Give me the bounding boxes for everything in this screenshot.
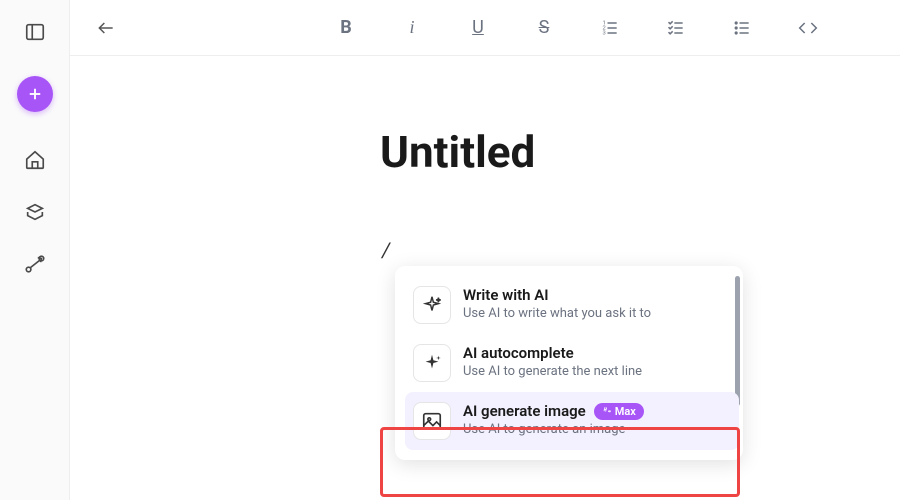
menu-item-desc: Use AI to generate the next line — [463, 364, 731, 379]
numbered-list-button[interactable]: 123 — [596, 14, 624, 42]
menu-item-desc: Use AI to write what you ask it to — [463, 306, 731, 321]
code-button[interactable] — [794, 14, 822, 42]
badge-label: Max — [615, 405, 636, 418]
menu-item-write-with-ai[interactable]: Write with AI Use AI to write what you a… — [405, 276, 739, 334]
add-button[interactable] — [17, 76, 53, 112]
back-button[interactable] — [90, 12, 122, 44]
bullet-list-button[interactable] — [728, 14, 756, 42]
checklist-button[interactable] — [662, 14, 690, 42]
scrollbar[interactable] — [735, 276, 740, 406]
underline-button[interactable]: U — [464, 14, 492, 42]
max-badge: Max — [594, 403, 644, 420]
menu-item-text: AI generate image Max Use AI to generate… — [463, 402, 731, 437]
menu-item-title: Write with AI — [463, 286, 731, 304]
sparkle-filled-icon — [413, 344, 451, 382]
svg-text:3: 3 — [603, 30, 606, 36]
sparkle-outline-icon — [413, 286, 451, 324]
home-icon[interactable] — [21, 146, 49, 174]
slash-command-trigger: / — [382, 238, 900, 262]
slash-command-menu: Write with AI Use AI to write what you a… — [395, 266, 743, 460]
format-toolbar: B i U S 123 — [332, 14, 822, 42]
menu-item-ai-autocomplete[interactable]: AI autocomplete Use AI to generate the n… — [405, 334, 739, 392]
menu-item-text: AI autocomplete Use AI to generate the n… — [463, 344, 731, 379]
menu-item-text: Write with AI Use AI to write what you a… — [463, 286, 731, 321]
library-icon[interactable] — [21, 198, 49, 226]
image-icon — [413, 402, 451, 440]
topbar: B i U S 123 — [70, 0, 900, 56]
menu-item-desc: Use AI to generate an image — [463, 422, 731, 437]
menu-item-title: AI generate image — [463, 402, 586, 420]
italic-button[interactable]: i — [398, 14, 426, 42]
flow-icon[interactable] — [21, 250, 49, 278]
strikethrough-button[interactable]: S — [530, 14, 558, 42]
document-title[interactable]: Untitled — [380, 126, 900, 178]
menu-item-ai-generate-image[interactable]: AI generate image Max Use AI to generate… — [405, 392, 739, 450]
menu-item-title: AI autocomplete — [463, 344, 731, 362]
bold-button[interactable]: B — [332, 14, 360, 42]
panel-toggle-icon[interactable] — [21, 18, 49, 46]
sidebar — [0, 0, 70, 500]
